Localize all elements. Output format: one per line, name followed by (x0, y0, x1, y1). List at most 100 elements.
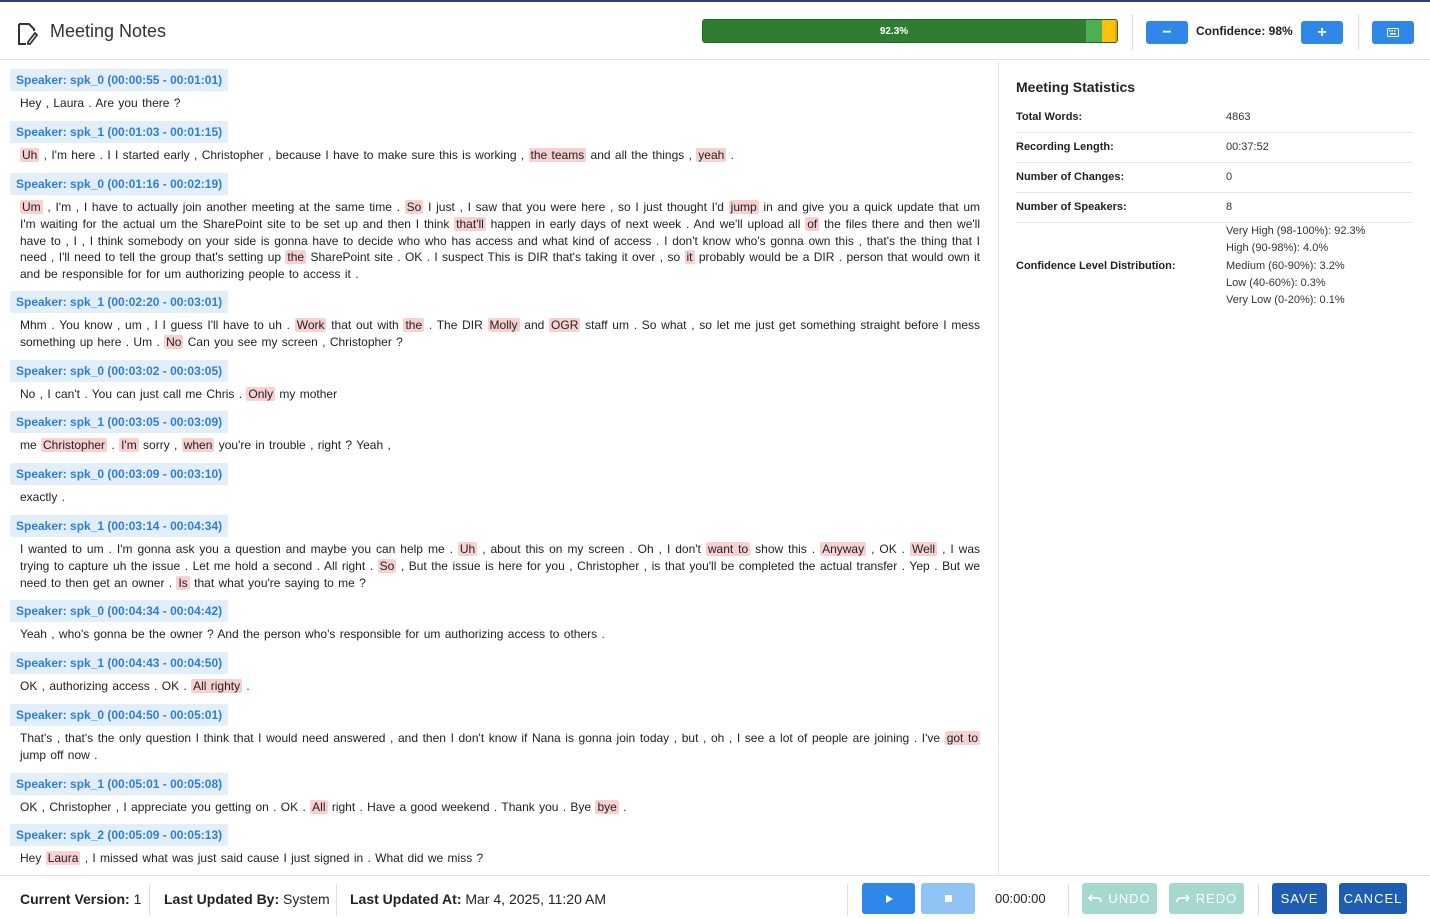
low-confidence-word[interactable]: got to (944, 731, 981, 745)
transcript-segment: Speaker: spk_0 (00:04:50 - 00:05:01) That… (10, 704, 990, 764)
low-confidence-word[interactable]: jump (728, 200, 759, 214)
speaker-label[interactable]: Speaker: spk_1 (00:03:05 - 00:03:09) (10, 411, 229, 433)
transcript-words: , I'm here . I I started early , Christo… (39, 148, 529, 162)
low-confidence-word[interactable]: that'll (454, 216, 486, 231)
low-confidence-word[interactable]: Uh (457, 542, 478, 556)
progress-label: 92.3% (879, 26, 909, 37)
speaker-label[interactable]: Speaker: spk_1 (00:01:03 - 00:01:15) (10, 121, 229, 143)
transcript-text[interactable]: I wanted to um . I'm gonna ask you a que… (10, 537, 990, 591)
low-confidence-word[interactable]: Well (909, 542, 938, 556)
transcript-words: exactly . (20, 490, 66, 504)
low-confidence-word[interactable]: the (285, 250, 307, 265)
low-confidence-word[interactable]: of (805, 216, 820, 231)
transcript-words: jump off now . (20, 747, 98, 762)
stat-label: Recording Length: (1016, 141, 1114, 153)
updated-by-value: System (283, 891, 330, 907)
transcript-text[interactable]: That's , that's the only question I thin… (10, 726, 990, 764)
transcript-text[interactable]: Hey Laura , I missed what was just said … (10, 846, 990, 867)
undo-button[interactable]: UNDO (1082, 883, 1157, 914)
stat-row-changes: Number of Changes: 0 (1016, 171, 1412, 193)
low-confidence-word[interactable]: No (164, 334, 184, 349)
version-label: Current Version: (20, 891, 130, 907)
low-confidence-word[interactable]: Laura (45, 851, 81, 865)
transcript-words: show this . (750, 542, 821, 556)
redo-button[interactable]: REDO (1169, 883, 1244, 914)
low-confidence-word[interactable]: yeah (696, 148, 727, 162)
low-confidence-word[interactable]: Work (294, 318, 327, 332)
increase-confidence-button[interactable]: + (1301, 21, 1343, 44)
transcript-words: . (618, 800, 627, 814)
transcript-words: that what you're saying to me ? (189, 575, 366, 590)
distribution-item: Low (40-60%): 0.3% (1226, 277, 1326, 289)
play-button[interactable] (862, 883, 915, 914)
transcript-words: OK , Christopher , I appreciate you gett… (20, 800, 311, 814)
low-confidence-word[interactable]: All (310, 800, 328, 814)
speaker-label[interactable]: Speaker: spk_1 (00:04:43 - 00:04:50) (10, 652, 229, 674)
low-confidence-word[interactable]: Is (176, 575, 190, 590)
transcript-words: . The DIR (424, 318, 488, 332)
low-confidence-word[interactable]: So (377, 558, 397, 573)
transcript-text[interactable]: Um , I'm , I have to actually join anoth… (10, 195, 990, 283)
low-confidence-word[interactable]: Uh (20, 148, 40, 162)
transcript-text[interactable]: OK , authorizing access . OK . All right… (10, 674, 990, 695)
transcript-text[interactable]: OK , Christopher , I appreciate you gett… (10, 795, 990, 816)
speaker-label[interactable]: Speaker: spk_0 (00:01:16 - 00:02:19) (10, 173, 229, 195)
keyboard-shortcuts-button[interactable] (1372, 21, 1414, 44)
low-confidence-word[interactable]: All righty (191, 679, 243, 693)
speaker-label[interactable]: Speaker: spk_0 (00:03:02 - 00:03:05) (10, 360, 229, 382)
distribution-item: Very Low (0-20%): 0.1% (1226, 294, 1345, 306)
transcript-text[interactable]: Hey , Laura . Are you there ? (10, 91, 990, 112)
low-confidence-word[interactable]: Only (246, 387, 276, 401)
speaker-label[interactable]: Speaker: spk_1 (00:03:14 - 00:04:34) (10, 515, 229, 537)
transcript-text[interactable]: Mhm . You know , um , I I guess I'll hav… (10, 313, 990, 351)
low-confidence-word[interactable]: Molly (487, 318, 520, 332)
low-confidence-word[interactable]: the (403, 318, 425, 332)
speaker-label[interactable]: Speaker: spk_2 (00:05:09 - 00:05:13) (10, 824, 229, 846)
speaker-label[interactable]: Speaker: spk_0 (00:03:09 - 00:03:10) (10, 463, 229, 485)
transcript-words: No , I can't . You can just call me Chri… (20, 387, 247, 401)
speaker-label[interactable]: Speaker: spk_1 (00:02:20 - 00:03:01) (10, 291, 229, 313)
transcript-segment: Speaker: spk_1 (00:01:03 - 00:01:15) Uh ,… (10, 121, 990, 164)
transcript-words: Hey (20, 851, 46, 865)
speaker-label[interactable]: Speaker: spk_0 (00:04:34 - 00:04:42) (10, 600, 229, 622)
stat-value: 8 (1226, 201, 1233, 213)
footer-divider (336, 884, 337, 916)
edit-document-icon[interactable] (16, 22, 38, 46)
low-confidence-word[interactable]: So (404, 200, 424, 214)
transcript-words: OK , authorizing access . OK . (20, 679, 192, 693)
transcript-words: right . Have a good weekend . Thank you … (327, 800, 596, 814)
distribution-segment (1102, 20, 1116, 42)
footer-divider (1258, 884, 1259, 916)
low-confidence-word[interactable]: OGR (549, 318, 581, 332)
current-version: Current Version: 1 (20, 891, 141, 907)
low-confidence-word[interactable]: when (181, 438, 215, 452)
redo-icon (1175, 893, 1190, 902)
confidence-label: Confidence: 98% (1196, 24, 1293, 38)
transcript-words: my mother (275, 387, 338, 401)
low-confidence-word[interactable]: it (684, 250, 695, 265)
transcript-text[interactable]: exactly . (10, 485, 990, 506)
low-confidence-word[interactable]: Anyway (820, 542, 867, 556)
stat-row-confidence-distribution: Confidence Level Distribution: Very High… (1016, 225, 1412, 311)
low-confidence-word[interactable]: Um (20, 200, 43, 214)
transcript-words: . (107, 438, 120, 452)
low-confidence-word[interactable]: bye (595, 800, 619, 814)
speaker-label[interactable]: Speaker: spk_1 (00:05:01 - 00:05:08) (10, 773, 229, 795)
transcript-panel[interactable]: Speaker: spk_0 (00:00:55 - 00:01:01) Hey … (0, 62, 998, 874)
low-confidence-word[interactable]: the teams (528, 148, 587, 162)
low-confidence-word[interactable]: I'm (119, 438, 139, 452)
save-button[interactable]: SAVE (1272, 883, 1327, 914)
transcript-text[interactable]: Uh , I'm here . I I started early , Chri… (10, 143, 990, 164)
stop-button[interactable] (921, 883, 975, 914)
speaker-label[interactable]: Speaker: spk_0 (00:04:50 - 00:05:01) (10, 704, 229, 726)
speaker-label[interactable]: Speaker: spk_0 (00:00:55 - 00:01:01) (10, 69, 229, 91)
transcript-text[interactable]: Yeah , who's gonna be the owner ? And th… (10, 622, 990, 643)
transcript-text[interactable]: No , I can't . You can just call me Chri… (10, 382, 990, 403)
cancel-button[interactable]: CANCEL (1339, 883, 1407, 914)
decrease-confidence-button[interactable]: − (1146, 21, 1188, 44)
distribution-item: Medium (60-90%): 3.2% (1226, 260, 1345, 272)
low-confidence-word[interactable]: want to (705, 542, 751, 556)
footer-divider (149, 884, 150, 916)
low-confidence-word[interactable]: Christopher (41, 438, 108, 452)
transcript-text[interactable]: me Christopher . I'm sorry , when you're… (10, 433, 990, 454)
